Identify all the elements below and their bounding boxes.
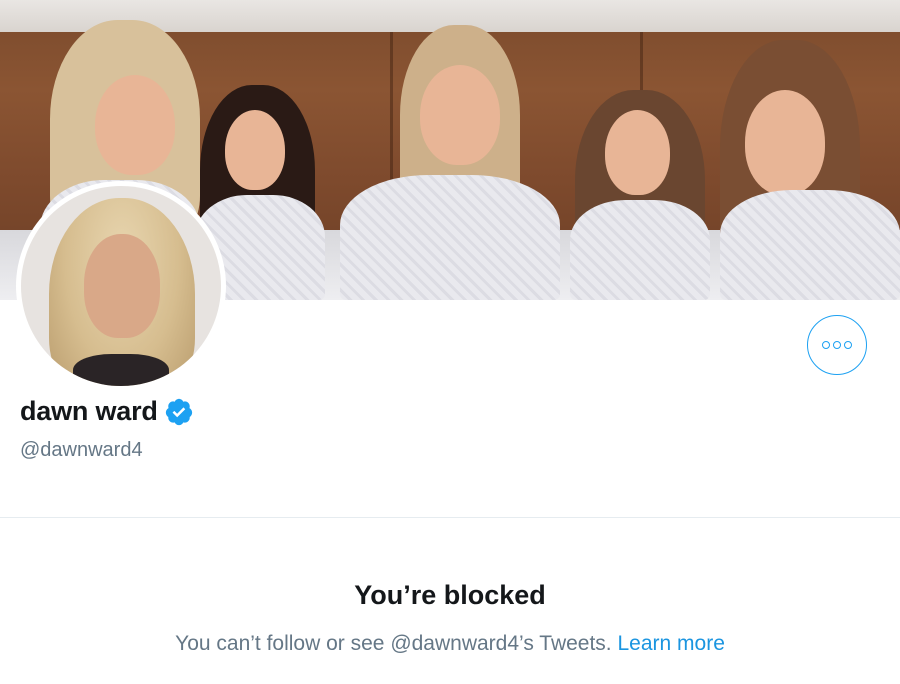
learn-more-link[interactable]: Learn more [617,632,724,655]
blocked-title: You’re blocked [354,580,546,610]
banner-person [340,25,560,300]
profile-name-row: dawn ward [20,396,194,427]
profile-avatar[interactable] [16,181,226,391]
verified-badge-icon [165,398,192,425]
section-divider [0,517,900,518]
avatar-photo [21,186,221,386]
profile-handle: @dawnward4 [20,439,143,461]
blocked-description-row: You can’t follow or see @dawnward4’s Twe… [0,632,900,656]
banner-person [570,90,710,300]
blocked-description: You can’t follow or see @dawnward4’s Twe… [175,632,612,655]
more-options-icon [822,341,852,349]
display-name: dawn ward [20,396,158,426]
banner-person [700,40,900,300]
more-options-button[interactable] [807,315,867,375]
